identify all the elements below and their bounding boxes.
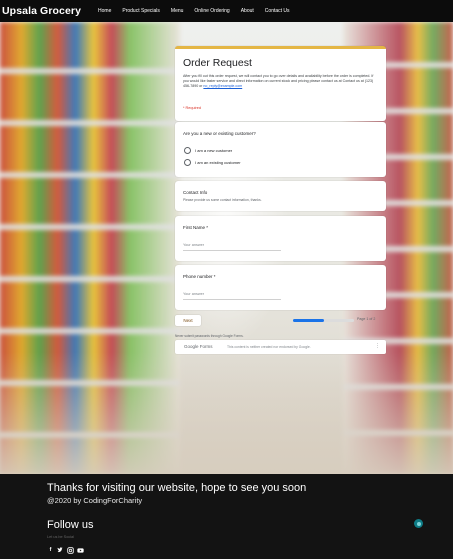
aisle-floor <box>0 352 453 474</box>
radio-new-customer[interactable] <box>184 147 191 154</box>
option-existing-customer[interactable]: I am an existing customer <box>195 160 241 165</box>
phone-number-label: Phone number * <box>183 274 216 279</box>
google-forms-footer: Google Forms This content is neither cre… <box>175 340 386 354</box>
progress-text: Page 1 of 2 <box>357 317 376 321</box>
footer-copyright: @2020 by CodingForCharity <box>47 496 143 505</box>
form-title: Order Request <box>183 57 252 69</box>
first-name-underline <box>183 250 281 251</box>
progress-bar-fill <box>293 319 324 322</box>
nav-product-specials[interactable]: Product Specials <box>122 8 160 14</box>
next-button[interactable]: Next <box>175 315 201 326</box>
password-warning: Never submit passwords through Google Fo… <box>175 334 244 338</box>
facebook-icon[interactable]: f <box>47 547 54 554</box>
section-subtitle: Please provide us some contact informati… <box>183 198 262 202</box>
main-menu: Home Product Specials Menu Online Orderi… <box>98 8 301 14</box>
phone-number-card: Phone number * Your answer <box>175 265 386 310</box>
google-forms-logo[interactable]: Google Forms <box>184 344 213 349</box>
first-name-card: First Name * Your answer <box>175 216 386 261</box>
site-footer: Thanks for visiting our website, hope to… <box>0 474 453 559</box>
youtube-icon[interactable] <box>77 547 84 554</box>
social-icons: f <box>47 547 84 554</box>
footer-follow-heading: Follow us <box>47 519 94 531</box>
section-title: Contact Info <box>183 190 208 195</box>
site-logo[interactable]: Upsala Grocery <box>2 5 81 17</box>
form-header-card: Order Request After you fill out this or… <box>175 46 386 121</box>
footer-thanks: Thanks for visiting our website, hope to… <box>47 482 307 494</box>
nav-online-ordering[interactable]: Online Ordering <box>194 8 229 14</box>
option-new-customer[interactable]: I am a new customer <box>195 148 232 153</box>
form-description: After you fill out this order request, w… <box>183 74 377 89</box>
footer-social-label: Let us be Social <box>47 535 75 539</box>
progress-bar <box>293 319 354 322</box>
top-navbar: Upsala Grocery Home Product Specials Men… <box>0 0 453 22</box>
first-name-input[interactable]: Your answer <box>183 243 204 247</box>
contact-email-link[interactable]: no_reply@example.com <box>203 84 242 88</box>
chat-button[interactable] <box>414 519 423 528</box>
phone-number-underline <box>183 299 281 300</box>
phone-number-input[interactable]: Your answer <box>183 292 204 296</box>
radio-existing-customer[interactable] <box>184 159 191 166</box>
more-options-icon[interactable]: ⋮ <box>375 343 380 349</box>
customer-type-question: Are you a new or existing customer? <box>183 131 256 136</box>
contact-info-section: Contact Info Please provide us some cont… <box>175 181 386 211</box>
google-disclaimer: This content is neither created nor endo… <box>227 344 311 349</box>
nav-menu[interactable]: Menu <box>171 8 184 14</box>
customer-type-card: Are you a new or existing customer? I am… <box>175 122 386 177</box>
nav-contact-us[interactable]: Contact Us <box>265 8 290 14</box>
twitter-icon[interactable] <box>57 547 64 554</box>
first-name-label: First Name * <box>183 225 209 230</box>
nav-about[interactable]: About <box>241 8 254 14</box>
instagram-icon[interactable] <box>67 547 74 554</box>
nav-home[interactable]: Home <box>98 8 111 14</box>
required-note: * Required <box>183 106 201 110</box>
